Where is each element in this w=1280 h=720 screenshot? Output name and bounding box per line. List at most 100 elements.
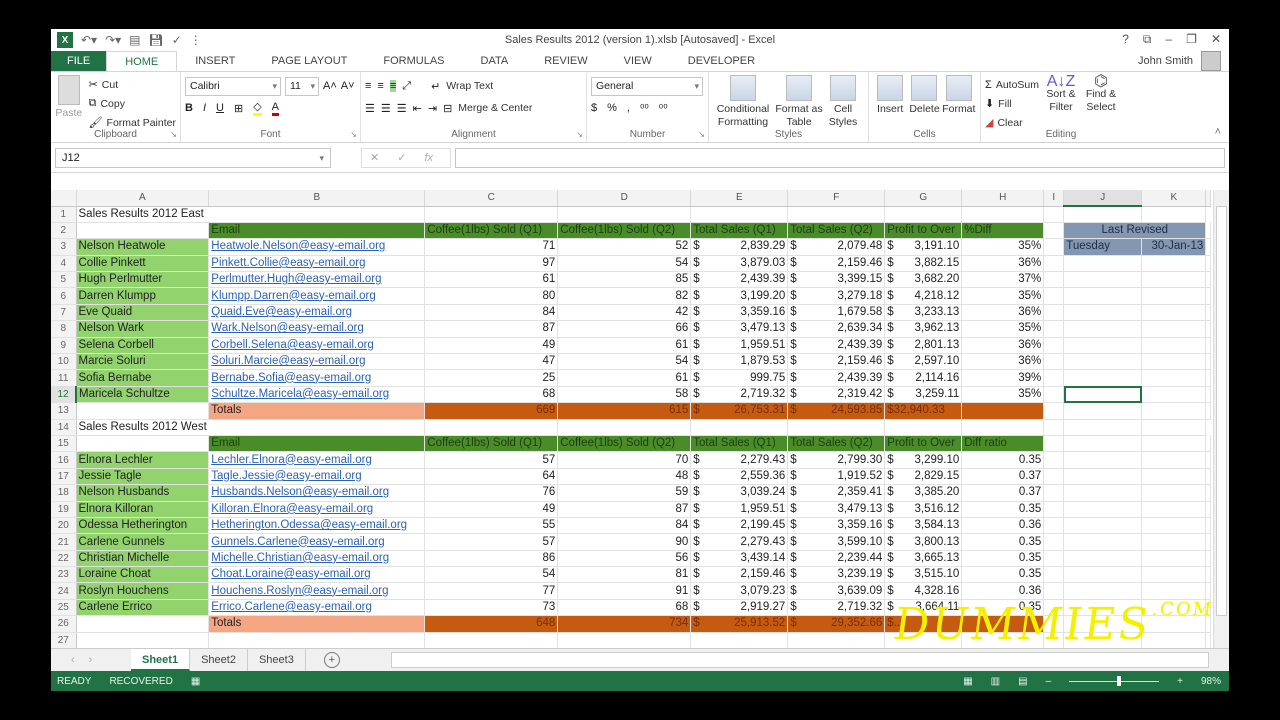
undo-icon[interactable]: ↶▾ xyxy=(81,33,97,47)
cell[interactable] xyxy=(1063,304,1143,322)
cell[interactable] xyxy=(787,632,886,648)
row-header[interactable]: 10 xyxy=(51,353,77,371)
cell[interactable] xyxy=(1043,533,1065,551)
row-header[interactable]: 4 xyxy=(51,255,77,273)
cell[interactable] xyxy=(1063,582,1143,600)
row-header[interactable]: 3 xyxy=(51,238,77,256)
cell[interactable] xyxy=(1205,468,1212,486)
italic-button[interactable]: I xyxy=(203,102,206,114)
row-header[interactable]: 8 xyxy=(51,320,77,338)
number-cell[interactable]: 52 xyxy=(557,238,692,256)
tab-review[interactable]: REVIEW xyxy=(526,51,605,71)
save-icon[interactable]: 💾︎ xyxy=(149,33,164,47)
number-cell[interactable]: 71 xyxy=(424,238,559,256)
cell[interactable] xyxy=(1063,550,1143,568)
cell[interactable] xyxy=(1141,337,1207,355)
cut-button[interactable]: Cut xyxy=(102,79,118,91)
number-cell[interactable]: 87 xyxy=(424,320,559,338)
cell[interactable] xyxy=(1141,517,1207,535)
email-cell[interactable]: Bernabe.Sofia@easy-email.org xyxy=(208,369,426,387)
column-header[interactable]: H xyxy=(961,190,1045,207)
row-header[interactable]: 16 xyxy=(51,451,77,469)
row-header[interactable]: 24 xyxy=(51,582,77,600)
name-cell[interactable]: Nelson Wark xyxy=(76,320,210,338)
name-cell[interactable]: Roslyn Houchens xyxy=(76,582,210,600)
currency-cell[interactable]: $3,039.24 xyxy=(690,484,789,502)
cell[interactable] xyxy=(961,632,1045,648)
currency-cell[interactable]: $2,159.46 xyxy=(787,255,886,273)
email-link[interactable]: Klumpp.Darren@easy-email.org xyxy=(211,290,375,302)
align-left-icon[interactable]: ☰ xyxy=(365,102,375,115)
total-cell[interactable] xyxy=(961,402,1045,420)
diff-cell[interactable]: 0.35 xyxy=(961,533,1045,551)
cell[interactable] xyxy=(1043,599,1065,617)
name-cell[interactable]: Marcie Soluri xyxy=(76,353,210,371)
diff-cell[interactable]: 35% xyxy=(961,320,1045,338)
number-cell[interactable]: 57 xyxy=(424,533,559,551)
currency-cell[interactable]: $2,159.46 xyxy=(690,566,789,584)
email-link[interactable]: Errico.Carlene@easy-email.org xyxy=(211,601,372,613)
currency-cell[interactable]: $24,593.85 xyxy=(787,402,886,420)
email-link[interactable]: Killoran.Elnora@easy-email.org xyxy=(211,503,373,515)
diff-cell[interactable]: 0.35 xyxy=(961,566,1045,584)
cell[interactable] xyxy=(1063,533,1143,551)
cell[interactable] xyxy=(1063,615,1143,633)
percent-button[interactable]: % xyxy=(607,102,617,114)
number-cell[interactable]: 56 xyxy=(557,550,692,568)
cell[interactable] xyxy=(1063,435,1143,453)
currency-cell[interactable]: $3,515.10 xyxy=(884,566,963,584)
name-cell[interactable]: Carlene Gunnels xyxy=(76,533,210,551)
name-cell[interactable]: Collie Pinkett xyxy=(76,255,210,273)
formula-input[interactable] xyxy=(455,147,1225,168)
cell[interactable] xyxy=(1043,501,1065,518)
cell[interactable] xyxy=(690,632,789,648)
row-header[interactable]: 19 xyxy=(51,501,77,518)
row-header[interactable]: 7 xyxy=(51,304,77,322)
currency-cell[interactable]: $2,597.10 xyxy=(884,353,963,371)
align-right-icon[interactable]: ☰ xyxy=(397,102,407,115)
customize-qat-icon[interactable]: ⋮ xyxy=(190,33,202,47)
cell[interactable] xyxy=(1141,435,1207,453)
currency-cell[interactable]: $2,199.45 xyxy=(690,517,789,535)
email-link[interactable]: Tagle.Jessie@easy-email.org xyxy=(211,470,361,482)
name-cell[interactable]: Darren Klumpp xyxy=(76,287,210,305)
cell[interactable] xyxy=(1141,599,1207,617)
email-cell[interactable]: Husbands.Nelson@easy-email.org xyxy=(208,484,426,502)
number-cell[interactable]: 82 xyxy=(557,287,692,305)
cell[interactable] xyxy=(787,206,886,223)
cell[interactable] xyxy=(1063,320,1143,338)
cell[interactable] xyxy=(961,419,1045,436)
normal-view-icon[interactable]: ▦ xyxy=(963,676,972,687)
cell[interactable] xyxy=(557,206,692,223)
cell[interactable] xyxy=(424,206,559,223)
currency-cell[interactable]: $3,879.03 xyxy=(690,255,789,273)
cell[interactable] xyxy=(424,632,559,648)
wrap-text-button[interactable]: Wrap Text xyxy=(446,80,493,92)
tab-file[interactable]: FILE xyxy=(51,51,107,71)
cell[interactable] xyxy=(1141,419,1207,436)
cell[interactable] xyxy=(1063,255,1143,273)
email-cell[interactable]: Heatwole.Nelson@easy-email.org xyxy=(208,238,426,256)
tab-page-layout[interactable]: PAGE LAYOUT xyxy=(253,51,365,71)
number-cell[interactable]: 54 xyxy=(424,566,559,584)
row-header[interactable]: 26 xyxy=(51,615,77,633)
cell[interactable] xyxy=(1063,369,1143,387)
cell[interactable] xyxy=(1063,419,1143,436)
currency-button[interactable]: $ xyxy=(591,102,597,114)
cell[interactable] xyxy=(1063,566,1143,584)
cell[interactable] xyxy=(1063,206,1143,223)
row-header[interactable]: 20 xyxy=(51,517,77,535)
currency-cell[interactable]: $3,800.13 xyxy=(884,533,963,551)
currency-cell[interactable]: $26,753.31 xyxy=(690,402,789,420)
email-cell[interactable]: Choat.Loraine@easy-email.org xyxy=(208,566,426,584)
font-color-icon[interactable]: A xyxy=(271,101,279,116)
cell[interactable] xyxy=(1043,632,1065,648)
number-cell[interactable]: 61 xyxy=(424,271,559,289)
column-header[interactable]: A xyxy=(76,190,210,207)
cell[interactable] xyxy=(1205,517,1212,535)
row-header[interactable]: 15 xyxy=(51,435,77,453)
currency-cell[interactable]: $2,799.30 xyxy=(787,451,886,469)
font-size-select[interactable]: 11 xyxy=(285,76,319,96)
currency-cell[interactable]: $2,159.46 xyxy=(787,353,886,371)
number-cell[interactable]: 73 xyxy=(424,599,559,617)
